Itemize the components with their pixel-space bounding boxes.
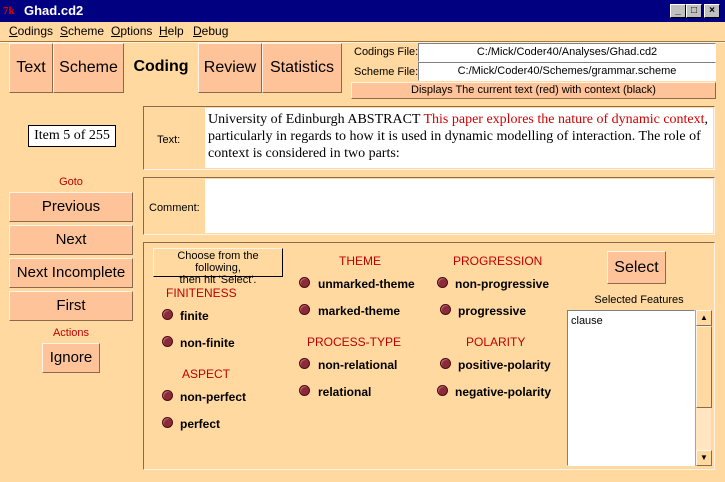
next-button[interactable]: Next (9, 225, 133, 255)
title-bar: 7k Ghad.cd2 _ □ × (0, 0, 725, 22)
scroll-down-icon[interactable]: ▼ (696, 450, 712, 466)
select-button[interactable]: Select (607, 251, 666, 284)
radio-marked-theme-icon[interactable] (299, 304, 310, 315)
maximize-icon[interactable]: □ (686, 4, 702, 18)
text-label: Text: (157, 134, 181, 146)
display-context-button[interactable]: Displays The current text (red) with con… (351, 82, 716, 99)
option-non-perfect[interactable]: non-perfect (180, 390, 246, 404)
scheme-file-field[interactable]: C:/Mick/Coder40/Schemes/grammar.scheme (418, 62, 716, 81)
selected-features-list[interactable]: clause (567, 310, 695, 466)
tab-statistics[interactable]: Statistics (262, 43, 342, 93)
instruction-line-2: then hit 'Select'. (179, 274, 257, 286)
comment-input[interactable] (205, 179, 713, 233)
previous-button[interactable]: Previous (9, 192, 133, 222)
system-progression: PROGRESSION (453, 254, 543, 268)
system-process-type: PROCESS-TYPE (307, 335, 402, 349)
first-button[interactable]: First (9, 291, 133, 321)
item-counter: Item 5 of 255 (28, 125, 116, 147)
context-before: University of Edinburgh ABSTRACT (208, 112, 424, 127)
option-relational[interactable]: relational (318, 385, 371, 399)
codings-file-field[interactable]: C:/Mick/Coder40/Analyses/Ghad.cd2 (418, 43, 716, 62)
system-aspect: ASPECT (182, 367, 231, 381)
ignore-button[interactable]: Ignore (42, 343, 100, 373)
codings-file-label: Codings File: (354, 46, 419, 58)
next-incomplete-button[interactable]: Next Incomplete (9, 258, 133, 288)
goto-label: Goto (59, 176, 83, 188)
option-progressive[interactable]: progressive (458, 304, 526, 318)
menu-debug[interactable]: Debug (193, 24, 228, 39)
tab-scheme[interactable]: Scheme (53, 43, 124, 93)
option-marked-theme[interactable]: marked-theme (318, 304, 400, 318)
tab-review[interactable]: Review (198, 43, 262, 93)
option-non-progressive[interactable]: non-progressive (455, 277, 549, 291)
selected-features-label: Selected Features (594, 294, 684, 306)
current-text: This paper explores the nature of dynami… (423, 112, 705, 127)
option-finite[interactable]: finite (180, 309, 209, 323)
close-icon[interactable]: × (704, 4, 720, 18)
tk-logo-icon: 7k (3, 5, 15, 17)
window-title: Ghad.cd2 (24, 3, 84, 18)
radio-non-progressive-icon[interactable] (437, 277, 448, 288)
option-non-relational[interactable]: non-relational (318, 358, 397, 372)
comment-label: Comment: (149, 202, 200, 214)
radio-non-finite-icon[interactable] (162, 336, 173, 347)
option-unmarked-theme[interactable]: unmarked-theme (318, 277, 415, 291)
system-polarity: POLARITY (466, 335, 526, 349)
radio-negative-polarity-icon[interactable] (437, 385, 448, 396)
actions-label: Actions (52, 327, 90, 339)
scroll-up-icon[interactable]: ▲ (696, 310, 712, 326)
tab-coding[interactable]: Coding (124, 43, 198, 93)
radio-progressive-icon[interactable] (440, 304, 451, 315)
option-positive-polarity[interactable]: positive-polarity (458, 358, 551, 372)
system-finiteness: FINITENESS (166, 286, 237, 300)
radio-relational-icon[interactable] (299, 385, 310, 396)
option-perfect[interactable]: perfect (180, 417, 220, 431)
scheme-file-label: Scheme File: (354, 66, 419, 78)
radio-positive-polarity-icon[interactable] (440, 358, 451, 369)
instruction-line-1: Choose from the following, (177, 250, 259, 274)
radio-unmarked-theme-icon[interactable] (299, 277, 310, 288)
text-display: University of Edinburgh ABSTRACT This pa… (205, 108, 713, 168)
option-non-finite[interactable]: non-finite (180, 336, 235, 350)
radio-non-relational-icon[interactable] (299, 358, 310, 369)
selected-features-scrollbar[interactable]: ▲ ▼ (695, 310, 712, 466)
minimize-icon[interactable]: _ (670, 4, 686, 18)
menu-bar: Codings Scheme Options Help Debug (0, 22, 725, 41)
radio-non-perfect-icon[interactable] (162, 390, 173, 401)
menu-help[interactable]: Help (159, 24, 184, 39)
option-negative-polarity[interactable]: negative-polarity (455, 385, 551, 399)
menu-options[interactable]: Options (111, 24, 152, 39)
scroll-thumb[interactable] (696, 326, 712, 408)
menu-codings[interactable]: Codings (9, 24, 53, 39)
list-item[interactable]: clause (571, 314, 691, 328)
tab-text[interactable]: Text (9, 43, 53, 93)
system-theme: THEME (339, 254, 381, 268)
radio-perfect-icon[interactable] (162, 417, 173, 428)
instruction-box: Choose from the following, then hit 'Sel… (153, 248, 283, 286)
menu-scheme[interactable]: Scheme (60, 24, 104, 39)
radio-finite-icon[interactable] (162, 309, 173, 320)
